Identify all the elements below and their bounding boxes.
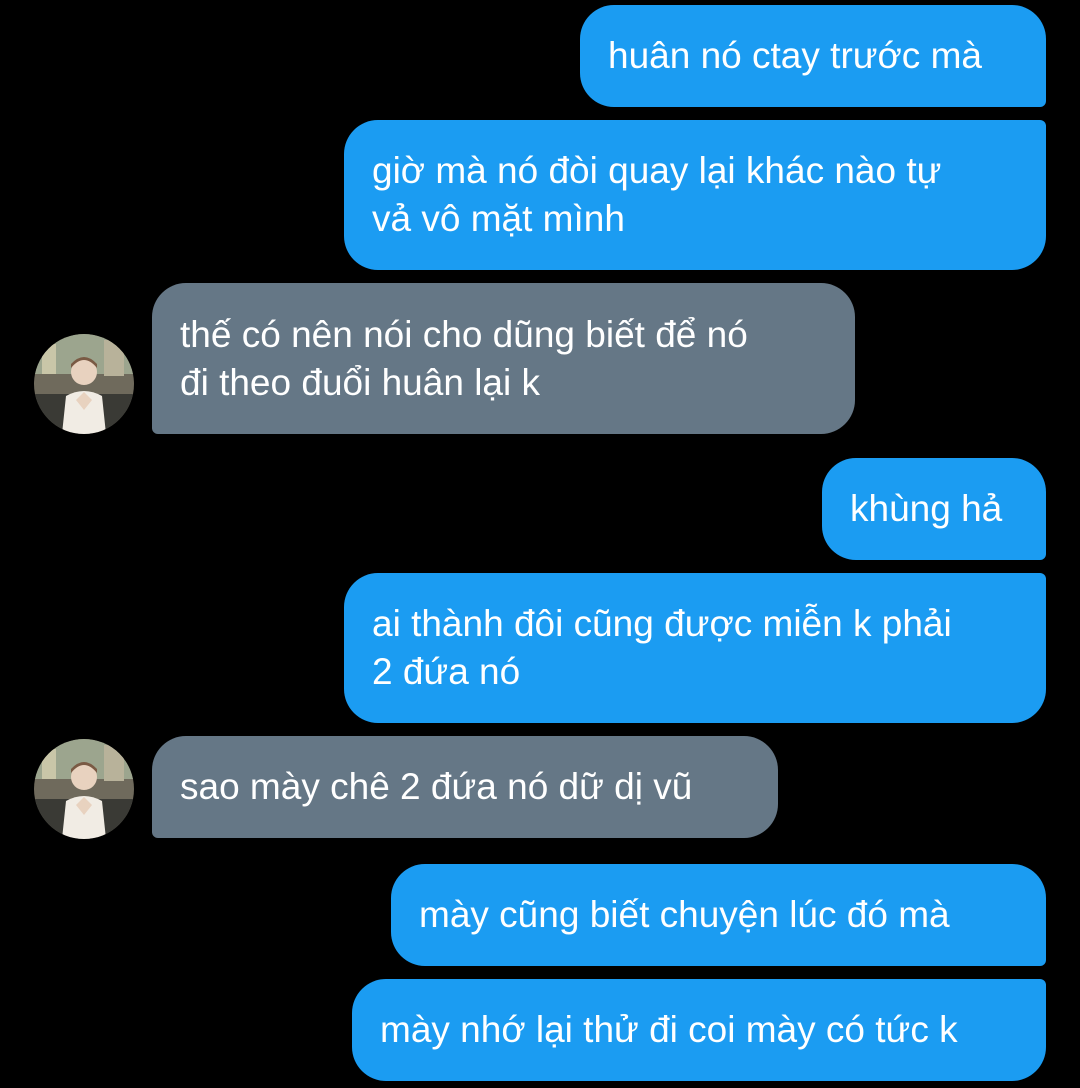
message-text: mày cũng biết chuyện lúc đó mà	[419, 894, 950, 935]
message-text: ai thành đôi cũng được miễn k phải	[372, 603, 952, 644]
message-bubble-sent[interactable]: giờ mà nó đòi quay lại khác nào tự vả vô…	[344, 120, 1046, 270]
message-bubble-sent[interactable]: huân nó ctay trước mà	[580, 5, 1046, 107]
message-bubble-sent[interactable]: mày cũng biết chuyện lúc đó mà	[391, 864, 1046, 966]
message-text: sao mày chê 2 đứa nó dữ dị vũ	[180, 766, 693, 807]
message-text: thế có nên nói cho dũng biết để nó	[180, 313, 748, 355]
avatar-photo-icon	[34, 334, 134, 434]
message-bubble-sent[interactable]: ai thành đôi cũng được miễn k phải 2 đứa…	[344, 573, 1046, 723]
message-text: huân nó ctay trước mà	[608, 35, 982, 76]
message-text: khùng hả	[850, 488, 1003, 529]
contact-avatar[interactable]	[34, 739, 134, 839]
message-text: mày nhớ lại thử đi coi mày có tức k	[380, 1009, 958, 1050]
message-bubble-sent[interactable]: khùng hả	[822, 458, 1046, 560]
message-text: 2 đứa nó	[372, 651, 521, 692]
message-bubble-received[interactable]: thế có nên nói cho dũng biết để nó đi th…	[152, 283, 855, 434]
message-text: đi theo đuổi huân lại k	[180, 361, 540, 403]
avatar-photo-icon	[34, 739, 134, 839]
message-text: giờ mà nó đòi quay lại khác nào tự	[372, 150, 942, 191]
message-bubble-sent[interactable]: mày nhớ lại thử đi coi mày có tức k	[352, 979, 1046, 1081]
message-text: vả vô mặt mình	[372, 198, 625, 239]
contact-avatar[interactable]	[34, 334, 134, 434]
message-bubble-received[interactable]: sao mày chê 2 đứa nó dữ dị vũ	[152, 736, 778, 838]
